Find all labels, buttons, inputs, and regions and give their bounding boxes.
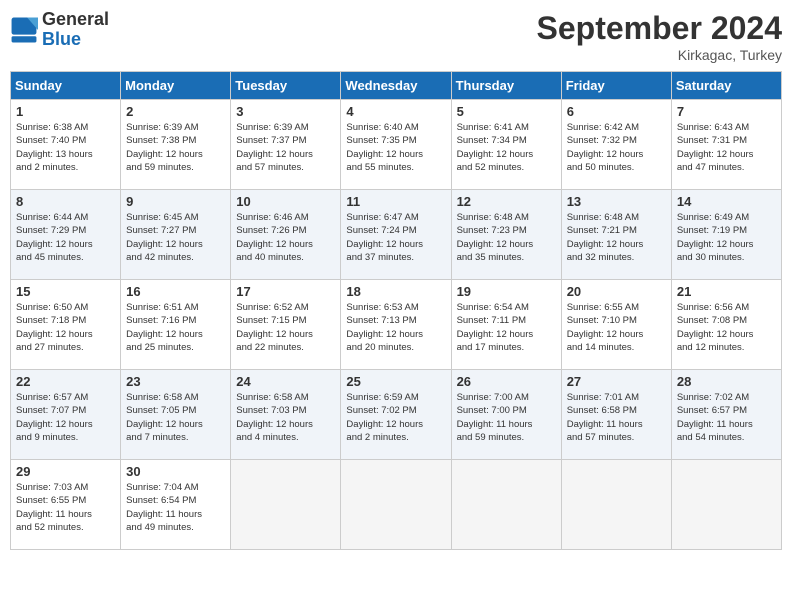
- table-cell-14: 14Sunrise: 6:49 AMSunset: 7:19 PMDayligh…: [671, 190, 781, 280]
- logo-icon: [10, 16, 38, 44]
- table-cell-10: 10Sunrise: 6:46 AMSunset: 7:26 PMDayligh…: [231, 190, 341, 280]
- table-cell-23: 23Sunrise: 6:58 AMSunset: 7:05 PMDayligh…: [121, 370, 231, 460]
- logo: General Blue: [10, 10, 109, 50]
- col-saturday: Saturday: [671, 72, 781, 100]
- table-cell-empty-42: [231, 460, 341, 550]
- table-cell-21: 21Sunrise: 6:56 AMSunset: 7:08 PMDayligh…: [671, 280, 781, 370]
- table-cell-12: 12Sunrise: 6:48 AMSunset: 7:23 PMDayligh…: [451, 190, 561, 280]
- table-cell-empty-46: [671, 460, 781, 550]
- table-cell-24: 24Sunrise: 6:58 AMSunset: 7:03 PMDayligh…: [231, 370, 341, 460]
- table-cell-28: 28Sunrise: 7:02 AMSunset: 6:57 PMDayligh…: [671, 370, 781, 460]
- table-cell-17: 17Sunrise: 6:52 AMSunset: 7:15 PMDayligh…: [231, 280, 341, 370]
- table-cell-27: 27Sunrise: 7:01 AMSunset: 6:58 PMDayligh…: [561, 370, 671, 460]
- table-cell-16: 16Sunrise: 6:51 AMSunset: 7:16 PMDayligh…: [121, 280, 231, 370]
- header-row: Sunday Monday Tuesday Wednesday Thursday…: [11, 72, 782, 100]
- col-friday: Friday: [561, 72, 671, 100]
- table-cell-empty-44: [451, 460, 561, 550]
- table-cell-3: 3Sunrise: 6:39 AMSunset: 7:37 PMDaylight…: [231, 100, 341, 190]
- table-cell-18: 18Sunrise: 6:53 AMSunset: 7:13 PMDayligh…: [341, 280, 451, 370]
- table-cell-4: 4Sunrise: 6:40 AMSunset: 7:35 PMDaylight…: [341, 100, 451, 190]
- calendar-table: Sunday Monday Tuesday Wednesday Thursday…: [10, 71, 782, 550]
- table-cell-5: 5Sunrise: 6:41 AMSunset: 7:34 PMDaylight…: [451, 100, 561, 190]
- table-cell-30: 30Sunrise: 7:04 AMSunset: 6:54 PMDayligh…: [121, 460, 231, 550]
- col-tuesday: Tuesday: [231, 72, 341, 100]
- table-cell-19: 19Sunrise: 6:54 AMSunset: 7:11 PMDayligh…: [451, 280, 561, 370]
- table-cell-26: 26Sunrise: 7:00 AMSunset: 7:00 PMDayligh…: [451, 370, 561, 460]
- table-cell-1: 1Sunrise: 6:38 AMSunset: 7:40 PMDaylight…: [11, 100, 121, 190]
- table-cell-empty-43: [341, 460, 451, 550]
- location: Kirkagac, Turkey: [537, 47, 782, 63]
- table-cell-9: 9Sunrise: 6:45 AMSunset: 7:27 PMDaylight…: [121, 190, 231, 280]
- table-cell-15: 15Sunrise: 6:50 AMSunset: 7:18 PMDayligh…: [11, 280, 121, 370]
- col-wednesday: Wednesday: [341, 72, 451, 100]
- logo-text: General Blue: [42, 10, 109, 50]
- table-cell-empty-45: [561, 460, 671, 550]
- col-sunday: Sunday: [11, 72, 121, 100]
- month-title: September 2024: [537, 10, 782, 47]
- table-cell-6: 6Sunrise: 6:42 AMSunset: 7:32 PMDaylight…: [561, 100, 671, 190]
- table-cell-2: 2Sunrise: 6:39 AMSunset: 7:38 PMDaylight…: [121, 100, 231, 190]
- table-cell-22: 22Sunrise: 6:57 AMSunset: 7:07 PMDayligh…: [11, 370, 121, 460]
- table-cell-20: 20Sunrise: 6:55 AMSunset: 7:10 PMDayligh…: [561, 280, 671, 370]
- table-cell-13: 13Sunrise: 6:48 AMSunset: 7:21 PMDayligh…: [561, 190, 671, 280]
- col-monday: Monday: [121, 72, 231, 100]
- col-thursday: Thursday: [451, 72, 561, 100]
- header: General Blue September 2024 Kirkagac, Tu…: [10, 10, 782, 63]
- table-cell-8: 8Sunrise: 6:44 AMSunset: 7:29 PMDaylight…: [11, 190, 121, 280]
- table-cell-25: 25Sunrise: 6:59 AMSunset: 7:02 PMDayligh…: [341, 370, 451, 460]
- table-cell-11: 11Sunrise: 6:47 AMSunset: 7:24 PMDayligh…: [341, 190, 451, 280]
- title-area: September 2024 Kirkagac, Turkey: [537, 10, 782, 63]
- table-cell-7: 7Sunrise: 6:43 AMSunset: 7:31 PMDaylight…: [671, 100, 781, 190]
- table-cell-29: 29Sunrise: 7:03 AMSunset: 6:55 PMDayligh…: [11, 460, 121, 550]
